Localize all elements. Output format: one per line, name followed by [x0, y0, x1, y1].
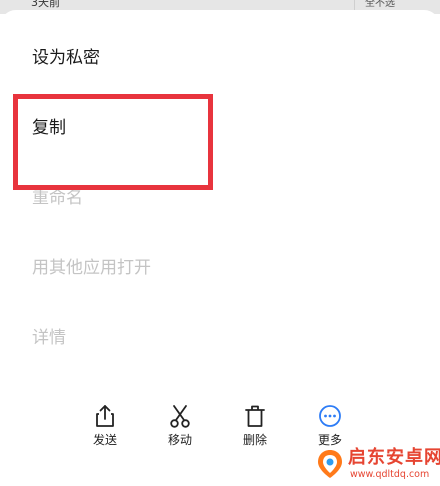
watermark-title: 启东安卓网	[348, 447, 440, 468]
site-watermark: 启东安卓网 www.qdltdq.com	[312, 444, 440, 484]
move-button[interactable]: 移动	[150, 403, 210, 447]
watermark-logo-icon	[318, 450, 342, 478]
scissors-icon	[170, 405, 190, 428]
menu-item-set-private[interactable]: 设为私密	[32, 46, 100, 70]
trash-icon	[245, 405, 265, 427]
send-label: 发送	[92, 433, 117, 447]
move-label: 移动	[167, 433, 192, 447]
more-options-sheet	[0, 10, 440, 486]
menu-item-details: 详情	[32, 328, 66, 348]
watermark-url: www.qdltdq.com	[350, 469, 430, 480]
menu-item-copy[interactable]: 复制	[32, 116, 66, 140]
send-button[interactable]: 发送	[75, 403, 135, 447]
delete-label: 删除	[242, 433, 267, 447]
more-icon	[319, 405, 341, 427]
delete-button[interactable]: 删除	[225, 403, 285, 447]
more-button[interactable]: 更多	[300, 403, 360, 447]
menu-item-rename: 重命名	[32, 188, 83, 208]
menu-item-open-with: 用其他应用打开	[32, 258, 151, 278]
list-item-date: 3天前	[31, 0, 60, 9]
share-icon	[96, 405, 114, 427]
